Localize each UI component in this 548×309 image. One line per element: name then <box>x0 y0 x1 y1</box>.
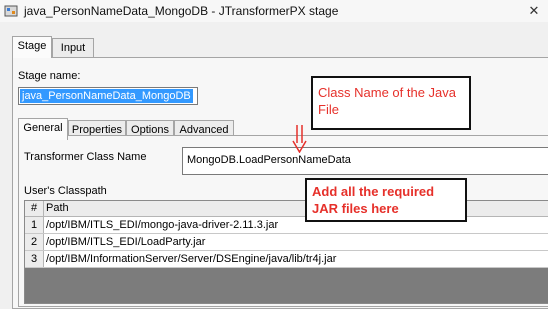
tab-input[interactable]: Input <box>52 38 94 58</box>
down-arrow-icon <box>292 125 307 153</box>
stage-name-value: java_PersonNameData_MongoDB <box>20 89 193 103</box>
table-header: # Path <box>25 201 548 217</box>
row-path: /opt/IBM/InformationServer/Server/DSEngi… <box>46 253 337 265</box>
stage-icon <box>4 5 18 17</box>
stage-name-label: Stage name: <box>18 70 81 82</box>
window-title: java_PersonNameData_MongoDB - JTransform… <box>24 4 339 18</box>
jar-callout: Add all the required JAR files here <box>305 178 467 222</box>
tab-stage[interactable]: Stage <box>12 36 52 58</box>
table-row[interactable]: 1 /opt/IBM/ITLS_EDI/mongo-java-driver-2.… <box>25 217 548 234</box>
table-row[interactable]: 2 /opt/IBM/ITLS_EDI/LoadParty.jar <box>25 234 548 251</box>
class-name-input[interactable]: MongoDB.LoadPersonNameData <box>182 147 548 175</box>
column-header-path[interactable]: Path <box>45 201 69 216</box>
tab-general[interactable]: General <box>18 118 68 140</box>
jar-callout-text: Add all the required JAR files here <box>312 184 435 216</box>
table-row[interactable]: 3 /opt/IBM/InformationServer/Server/DSEn… <box>25 251 548 268</box>
classpath-label: User's Classpath <box>24 185 107 197</box>
classpath-table: # Path 1 /opt/IBM/ITLS_EDI/mongo-java-dr… <box>24 200 548 304</box>
column-header-number[interactable]: # <box>25 201 44 216</box>
class-name-value: MongoDB.LoadPersonNameData <box>187 154 351 166</box>
class-name-callout-text: Class Name of the Java File <box>318 85 457 117</box>
title-bar: java_PersonNameData_MongoDB - JTransform… <box>0 0 548 23</box>
row-number: 1 <box>25 217 44 233</box>
row-number: 2 <box>25 234 44 250</box>
row-number: 3 <box>25 251 44 267</box>
row-path: /opt/IBM/ITLS_EDI/LoadParty.jar <box>46 236 206 248</box>
close-icon[interactable]: ✕ <box>524 2 544 19</box>
row-path: /opt/IBM/ITLS_EDI/mongo-java-driver-2.11… <box>46 219 279 231</box>
class-name-label: Transformer Class Name <box>24 151 147 163</box>
stage-name-input[interactable]: java_PersonNameData_MongoDB <box>18 87 198 105</box>
class-name-callout: Class Name of the Java File <box>311 76 471 130</box>
